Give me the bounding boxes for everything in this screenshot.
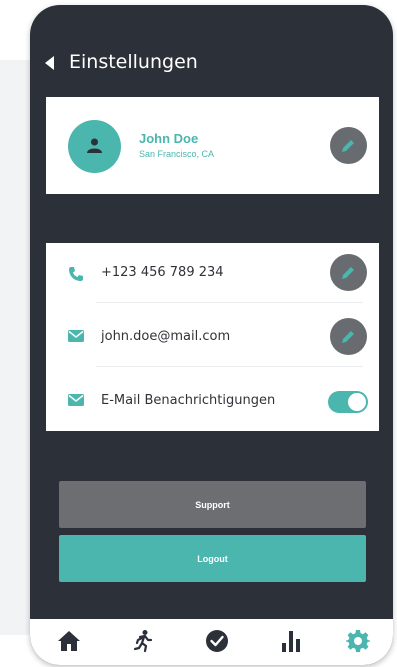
row-divider [96, 366, 363, 367]
phone-row: +123 456 789 234 [46, 243, 379, 303]
pencil-icon [342, 140, 354, 152]
avatar [68, 120, 121, 173]
edit-profile-button[interactable] [330, 127, 367, 164]
profile-name: John Doe [139, 131, 199, 146]
bottom-nav [30, 619, 393, 665]
profile-location: San Francisco, CA [139, 149, 215, 159]
contact-card: +123 456 789 234 john.doe@mail.com E-Mai… [46, 243, 379, 431]
edit-phone-button[interactable] [330, 254, 367, 291]
running-icon[interactable] [131, 629, 155, 653]
email-address: john.doe@mail.com [101, 329, 231, 344]
gear-icon[interactable] [346, 629, 370, 653]
mail-icon [68, 330, 84, 342]
support-button[interactable]: Support [59, 481, 366, 528]
phone-frame: Einstellungen John Doe San Francisco, CA… [30, 5, 393, 665]
phone-icon [69, 267, 83, 281]
background-panel [0, 60, 30, 635]
edit-email-button[interactable] [330, 318, 367, 355]
logout-button[interactable]: Logout [59, 535, 366, 582]
back-arrow-icon[interactable] [44, 56, 56, 70]
profile-card: John Doe San Francisco, CA [46, 97, 379, 194]
email-notifications-row: E-Mail Benachrichtigungen [46, 371, 379, 431]
bar-chart-icon[interactable] [279, 629, 303, 653]
mail-icon [68, 394, 84, 406]
phone-number: +123 456 789 234 [101, 265, 224, 280]
person-icon [87, 138, 102, 153]
email-notifications-toggle[interactable] [328, 391, 368, 413]
row-divider [96, 302, 363, 303]
header: Einstellungen [30, 43, 393, 83]
pencil-icon [342, 267, 354, 279]
email-notifications-label: E-Mail Benachrichtigungen [101, 393, 276, 408]
email-row: john.doe@mail.com [46, 307, 379, 367]
check-circle-icon[interactable] [205, 629, 229, 653]
home-icon[interactable] [57, 629, 81, 653]
page-title: Einstellungen [69, 51, 198, 73]
toggle-knob [348, 393, 366, 411]
pencil-icon [342, 331, 354, 343]
